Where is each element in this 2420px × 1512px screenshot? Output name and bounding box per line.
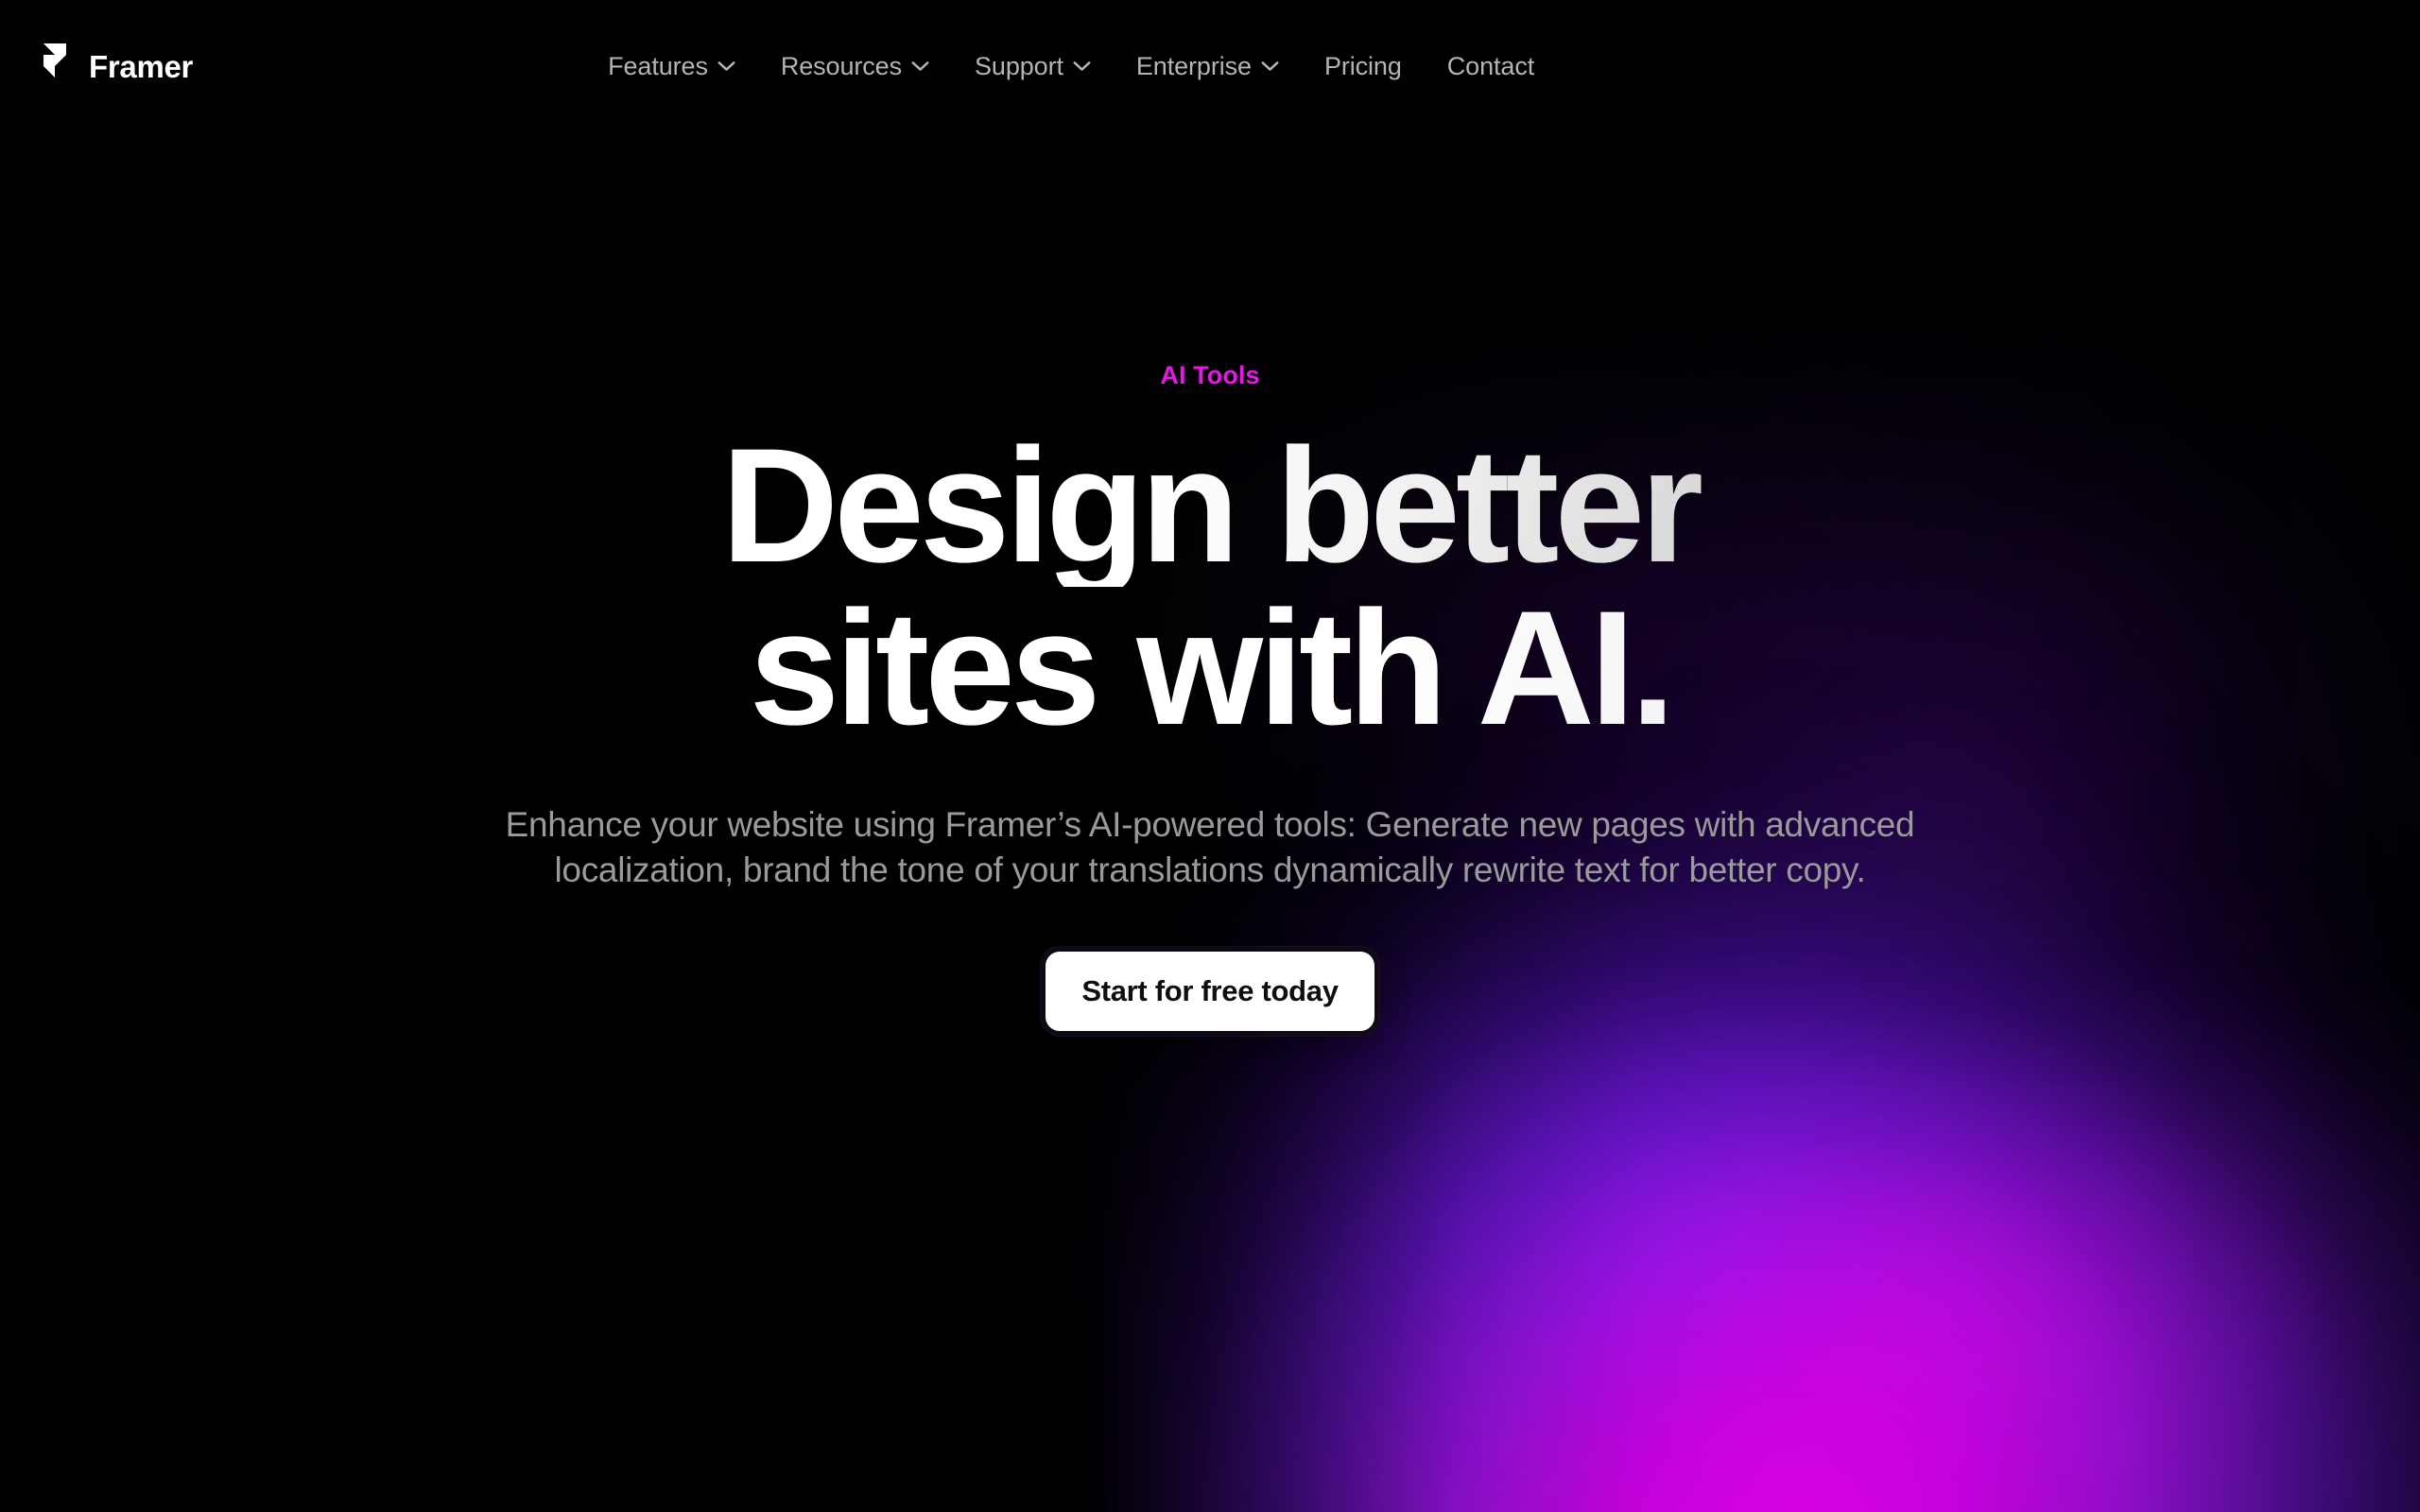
chevron-down-icon xyxy=(1261,60,1279,72)
hero-eyebrow: AI Tools xyxy=(1160,361,1260,389)
nav-item-enterprise[interactable]: Enterprise xyxy=(1114,43,1302,91)
chevron-down-icon xyxy=(911,60,929,72)
hero-cta-container: Start for free today xyxy=(1046,952,1374,1032)
hero-headline: Design better sites with AI. xyxy=(454,424,1966,749)
framer-ai-tools-landing-page: Framer Features Resources Support Enterp… xyxy=(0,0,2420,1512)
nav-item-contact[interactable]: Contact xyxy=(1425,43,1557,91)
headline-line-2: sites with AI. xyxy=(454,587,1966,749)
nav-item-resources[interactable]: Resources xyxy=(758,43,952,91)
chevron-down-icon xyxy=(717,60,735,72)
start-for-free-button[interactable]: Start for free today xyxy=(1046,952,1374,1032)
nav-item-label: Enterprise xyxy=(1135,51,1252,80)
nav-item-label: Features xyxy=(608,51,708,80)
top-black-mask xyxy=(0,0,2420,1512)
nav-item-support[interactable]: Support xyxy=(952,43,1114,91)
framer-logo-icon xyxy=(38,43,72,89)
nav-item-label: Support xyxy=(975,51,1063,80)
center-purple-wash xyxy=(662,132,2174,983)
brand-name: Framer xyxy=(89,48,194,84)
bottom-magenta-glow xyxy=(1229,1058,2420,1512)
hero-section: AI Tools Design better sites with AI. En… xyxy=(0,0,2420,1512)
magenta-core-glow xyxy=(1115,662,2420,1512)
nav-item-label: Contact xyxy=(1446,51,1535,80)
main-navigation: Features Resources Support Enterprise Pr… xyxy=(585,43,1557,91)
hero-subheading: Enhance your website using Framer’s AI-p… xyxy=(505,805,1915,889)
headline-line-1: Design better xyxy=(454,424,1966,587)
nav-item-features[interactable]: Features xyxy=(585,43,758,91)
hero-background-gradient xyxy=(0,0,2420,1512)
left-black-mask xyxy=(0,0,2420,1512)
nav-item-label: Resources xyxy=(780,51,902,80)
purple-haze-glow xyxy=(1248,0,2420,1210)
site-header: Framer Features Resources Support Enterp… xyxy=(0,0,2420,132)
brand-logo-link[interactable]: Framer xyxy=(38,43,193,89)
nav-item-label: Pricing xyxy=(1323,51,1402,80)
nav-item-pricing[interactable]: Pricing xyxy=(1302,43,1425,91)
chevron-down-icon xyxy=(1073,60,1091,72)
